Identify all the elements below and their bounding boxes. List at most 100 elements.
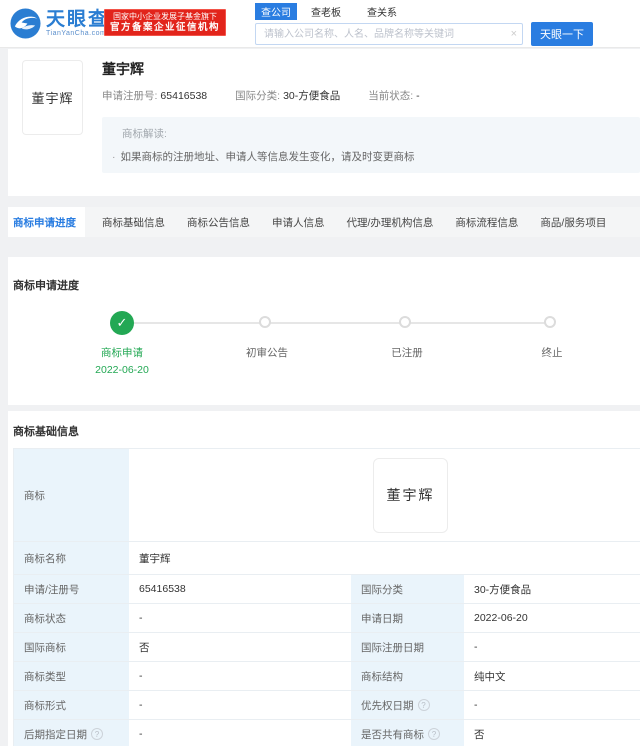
step-label: 商标申请 xyxy=(101,347,143,359)
basic-info-section: 商标基础信息 商标 董宇辉 商标名称 董宇辉 申请/注册号 65416538 国际分… xyxy=(8,411,640,746)
table-row: 商标形式 - 优先权日期? - xyxy=(14,691,640,720)
tab-5[interactable]: 商标流程信息 xyxy=(444,207,529,237)
row-label: 国际分类 xyxy=(351,575,464,603)
table-row: 后期指定日期? - 是否共有商标? 否 xyxy=(14,720,640,746)
row-label-text: 商标结构 xyxy=(361,670,403,683)
search-button[interactable]: 天眼一下 xyxy=(531,22,593,46)
row-value: 30-方便食品 xyxy=(474,583,532,596)
table-row: 国际商标 否 国际注册日期 - xyxy=(14,633,640,662)
row-value: - xyxy=(139,670,143,682)
tab-4[interactable]: 代理/办理机构信息 xyxy=(336,207,445,237)
step-date: 2022-06-20 xyxy=(95,364,149,376)
row-label-text: 是否共有商标 xyxy=(361,728,424,741)
search-tab-0[interactable]: 查公司 xyxy=(255,2,297,20)
row-label-text: 后期指定日期 xyxy=(24,728,87,741)
note-bullet-line: · 如果商标的注册地址、申请人等信息发生变化，请及时变更商标 xyxy=(112,149,640,164)
row-value: 否 xyxy=(474,728,485,741)
basic-info-table: 商标 董宇辉 商标名称 董宇辉 申请/注册号 65416538 国际分类 30-方便食… xyxy=(13,448,640,746)
trademark-overview: 董宇辉 董宇辉 申请注册号: 65416538 国际分类: 30-方便食品 当前状态: -… xyxy=(8,49,640,196)
badge-line1: 国家中小企业发展子基金旗下 xyxy=(113,12,217,21)
row-label: 国际商标 xyxy=(14,633,129,661)
table-row: 商标类型 - 商标结构 纯中文 xyxy=(14,662,640,691)
tab-6[interactable]: 商品/服务项目 xyxy=(529,207,617,237)
row-value: - xyxy=(139,612,143,624)
search-tab-1[interactable]: 查老板 xyxy=(305,3,347,20)
search-tab-2[interactable]: 查关系 xyxy=(361,3,403,20)
field-value: - xyxy=(416,90,420,102)
row-label: 商标名称 xyxy=(14,542,129,574)
help-icon[interactable]: ? xyxy=(428,728,440,740)
note-title: 商标解读: xyxy=(122,128,167,140)
row-value: - xyxy=(474,699,478,711)
search-input[interactable] xyxy=(255,23,523,45)
check-icon: ✓ xyxy=(116,315,128,330)
table-row: 商标状态 - 申请日期 2022-06-20 xyxy=(14,604,640,633)
tab-3[interactable]: 申请人信息 xyxy=(261,207,336,237)
row-value: 2022-06-20 xyxy=(474,612,528,624)
row-label-text: 国际商标 xyxy=(24,641,66,654)
row-label: 优先权日期? xyxy=(351,691,464,719)
step-pending-circle-icon xyxy=(544,316,556,328)
row-label: 商标 xyxy=(14,449,129,541)
table-row: 商标名称 董宇辉 xyxy=(14,542,640,575)
eye-logo-icon xyxy=(10,8,41,39)
tianyancha-logo[interactable]: 天眼查 TianYanCha.com xyxy=(10,8,109,39)
row-label: 申请日期 xyxy=(351,604,464,632)
trademark-thumbnail-text: 董宇辉 xyxy=(31,91,74,106)
top-header: 天眼查 TianYanCha.com 国家中小企业发展子基金旗下 官方备案企业征… xyxy=(0,0,640,48)
clear-icon[interactable]: × xyxy=(511,27,517,41)
overview-fields: 申请注册号: 65416538 国际分类: 30-方便食品 当前状态: - xyxy=(102,88,448,103)
overview-field: 国际分类: 30-方便食品 xyxy=(235,88,340,103)
row-value: - xyxy=(139,699,143,711)
field-label: 申请注册号: xyxy=(102,90,158,102)
progress-stepper: ✓ 商标申请 2022-06-20 初审公告 已注册 终止 xyxy=(8,301,640,401)
row-value: - xyxy=(139,728,143,740)
help-icon[interactable]: ? xyxy=(91,728,103,740)
row-label-text: 国际分类 xyxy=(361,583,403,596)
row-label-text: 优先权日期 xyxy=(361,699,414,712)
step-label: 初审公告 xyxy=(246,347,288,359)
section-tabbar: 商标申请进度 商标基础信息 商标公告信息 申请人信息 代理/办理机构信息 商标流程信息 商品… xyxy=(8,207,640,237)
step-done-check-icon: ✓ xyxy=(110,311,134,335)
field-value: 30-方便食品 xyxy=(283,90,341,102)
step-label: 终止 xyxy=(541,347,563,359)
row-label-text: 国际注册日期 xyxy=(361,641,424,654)
note-text: 如果商标的注册地址、申请人等信息发生变化，请及时变更商标 xyxy=(120,151,415,163)
bullet-mark: · xyxy=(112,151,116,163)
certification-badge: 国家中小企业发展子基金旗下 官方备案企业征信机构 xyxy=(104,9,227,36)
stepper-line xyxy=(122,322,552,324)
overview-field: 当前状态: - xyxy=(368,88,419,103)
field-value: 65416538 xyxy=(160,90,208,102)
row-value: 纯中文 xyxy=(474,670,506,683)
tab-0[interactable]: 商标申请进度 xyxy=(8,207,85,237)
overview-field: 申请注册号: 65416538 xyxy=(102,88,207,103)
row-label: 是否共有商标? xyxy=(351,720,464,746)
row-label: 后期指定日期? xyxy=(14,720,129,746)
step-pending-circle-icon xyxy=(399,316,411,328)
trademark-thumbnail: 董宇辉 xyxy=(22,60,83,135)
search-box: 查公司查老板查关系 × 天眼一下 xyxy=(255,2,593,46)
row-label-text: 申请/注册号 xyxy=(24,583,80,596)
tianyancha-trademark-page: 天眼查 TianYanCha.com 国家中小企业发展子基金旗下 官方备案企业征… xyxy=(0,0,640,746)
brand-domain: TianYanCha.com xyxy=(46,30,107,37)
badge-line2: 官方备案企业征信机构 xyxy=(110,22,221,33)
step-label: 已注册 xyxy=(391,347,423,359)
basic-info-heading: 商标基础信息 xyxy=(13,426,79,438)
progress-heading: 商标申请进度 xyxy=(13,280,79,292)
trademark-note-box: 商标解读: · 如果商标的注册地址、申请人等信息发生变化，请及时变更商标 xyxy=(102,117,640,173)
row-value: - xyxy=(474,641,478,653)
tab-2[interactable]: 商标公告信息 xyxy=(176,207,261,237)
help-icon[interactable]: ? xyxy=(417,699,430,711)
step-pending-circle-icon xyxy=(259,316,271,328)
trademark-image: 董宇辉 xyxy=(373,457,448,533)
table-row: 商标 董宇辉 xyxy=(14,449,640,542)
tab-1[interactable]: 商标基础信息 xyxy=(91,207,176,237)
row-value: 董宇辉 xyxy=(139,552,171,565)
field-label: 当前状态: xyxy=(368,90,414,102)
row-label: 申请/注册号 xyxy=(14,575,129,603)
progress-section: 商标申请进度 ✓ 商标申请 2022-06-20 初审公告 已注册 终止 xyxy=(8,257,640,405)
row-label: 商标类型 xyxy=(14,662,129,690)
trademark-image-text: 董宇辉 xyxy=(386,489,435,504)
